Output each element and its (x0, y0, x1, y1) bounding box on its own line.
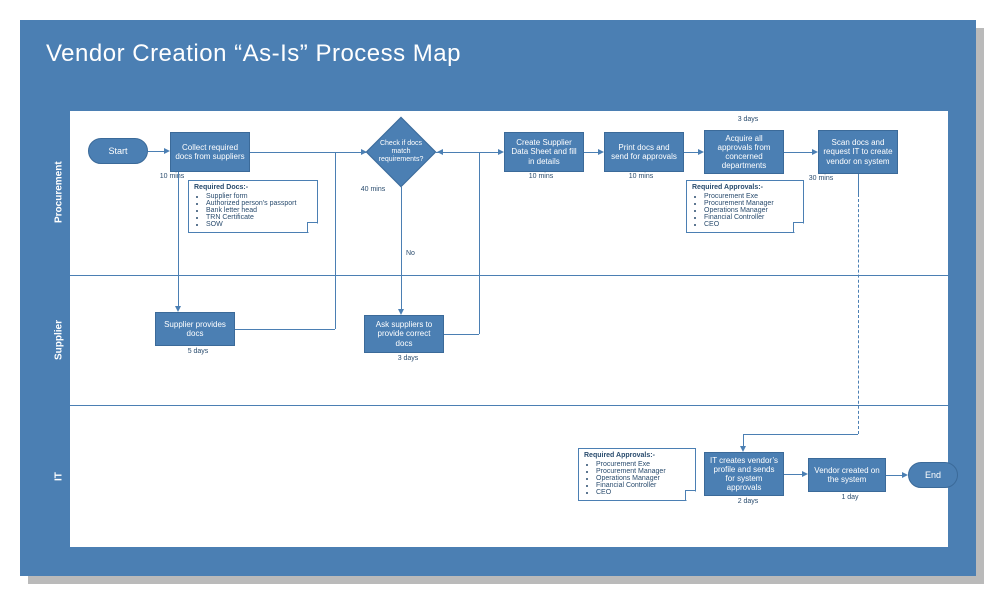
timing-create: 10 mins (526, 173, 556, 181)
lane-border (70, 547, 948, 548)
connector (858, 174, 859, 194)
decision-check-docs: Check if docs match requirements? (366, 117, 436, 187)
lane-procurement: Procurement (48, 110, 70, 275)
timing-vendor: 1 day (830, 494, 870, 502)
note-required-approvals-proc: Required Approvals:- Procurement Exe Pro… (686, 180, 804, 233)
timing-it: 2 days (728, 498, 768, 506)
note-item: Operations Manager (596, 475, 690, 482)
note-required-approvals-it: Required Approvals:- Procurement Exe Pro… (578, 448, 696, 501)
box-collect-docs: Collect required docs from suppliers (170, 132, 250, 172)
lane-it: IT (48, 405, 70, 548)
connector (743, 434, 858, 435)
note-required-docs: Required Docs:- Supplier form Authorized… (188, 180, 318, 233)
timing-ask: 3 days (388, 355, 428, 363)
box-scan-request: Scan docs and request IT to create vendo… (818, 130, 898, 174)
label-no: No (406, 250, 415, 257)
note-item: TRN Certificate (206, 214, 312, 221)
timing-acquire: 3 days (728, 116, 768, 124)
connector (335, 152, 336, 329)
end-terminator: End (908, 462, 958, 488)
timing-check: 40 mins (358, 186, 388, 194)
connector (444, 334, 479, 335)
box-ask-correct: Ask suppliers to provide correct docs (364, 315, 444, 353)
note-title: Required Approvals:- (584, 452, 690, 459)
box-vendor-created: Vendor created on the system (808, 458, 886, 492)
connector (250, 152, 366, 153)
start-terminator: Start (88, 138, 148, 164)
arrow-icon (437, 149, 443, 155)
timing-collect: 10 mins (157, 173, 187, 181)
box-acquire-approvals: Acquire all approvals from concerned dep… (704, 130, 784, 174)
lane-border (70, 110, 948, 111)
connector (479, 152, 480, 334)
timing-scan: 30 mins (806, 175, 836, 183)
note-item: Procurement Exe (704, 193, 798, 200)
connector (178, 172, 179, 308)
lane-border (70, 275, 948, 276)
note-item: Bank letter head (206, 207, 312, 214)
note-item: Supplier form (206, 193, 312, 200)
note-title: Required Approvals:- (692, 184, 798, 191)
box-print-send: Print docs and send for approvals (604, 132, 684, 172)
note-item: Procurement Exe (596, 461, 690, 468)
flowchart-canvas: Procurement Supplier IT Start Collect re… (48, 110, 948, 548)
note-item: Operations Manager (704, 207, 798, 214)
note-item: CEO (596, 489, 690, 496)
lane-border (70, 405, 948, 406)
note-item: Authorized person's passport (206, 200, 312, 207)
connector (784, 152, 814, 153)
box-create-sheet: Create Supplier Data Sheet and fill in d… (504, 132, 584, 172)
slide-frame: Vendor Creation “As-Is” Process Map Proc… (20, 20, 976, 576)
lane-supplier: Supplier (48, 275, 70, 405)
note-title: Required Docs:- (194, 184, 312, 191)
connector (235, 329, 335, 330)
note-item: CEO (704, 221, 798, 228)
page-title: Vendor Creation “As-Is” Process Map (20, 20, 976, 68)
note-item: Procurement Manager (596, 468, 690, 475)
box-supplier-provides: Supplier provides docs (155, 312, 235, 346)
note-item: Financial Controller (704, 214, 798, 221)
timing-supplier: 5 days (178, 348, 218, 356)
timing-print: 10 mins (626, 173, 656, 181)
connector (784, 474, 804, 475)
connector (401, 187, 402, 311)
box-it-creates: IT creates vendor’s profile and sends fo… (704, 452, 784, 496)
note-item: Financial Controller (596, 482, 690, 489)
note-item: SOW (206, 221, 312, 228)
connector (436, 152, 500, 153)
connector-dashed (858, 194, 859, 434)
note-item: Procurement Manager (704, 200, 798, 207)
